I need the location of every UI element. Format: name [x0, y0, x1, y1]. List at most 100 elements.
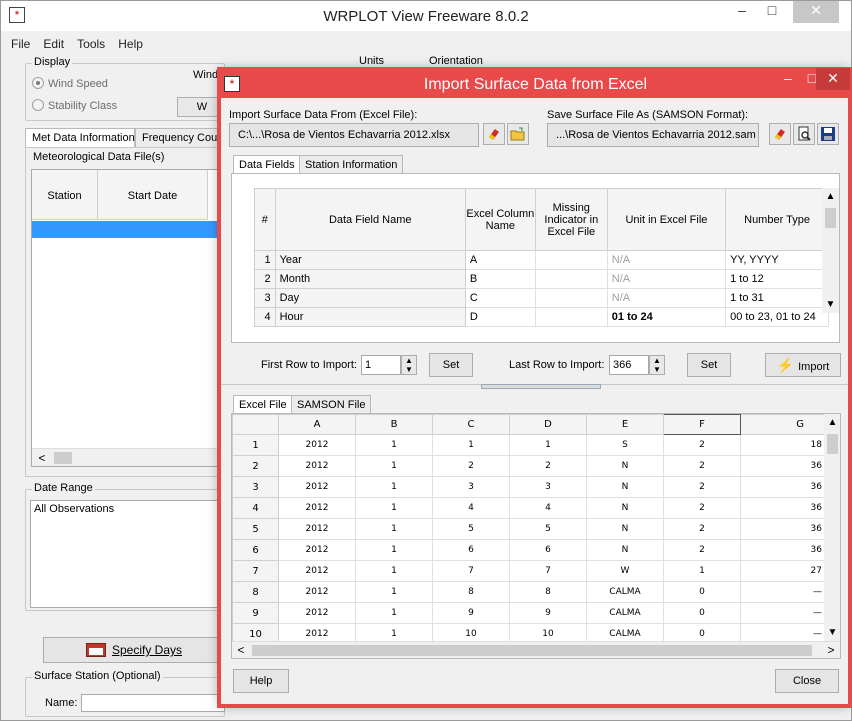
unit[interactable]: N/A [606, 269, 727, 289]
sheet-cell[interactable]: CALMA [586, 581, 664, 603]
table-row[interactable]: 4 Hour D 01 to 24 00 to 23, 01 to 24 [254, 307, 829, 327]
sheet-hscrollbar[interactable]: < > [232, 641, 840, 658]
minimize-button[interactable]: – [727, 1, 757, 23]
number-type[interactable]: 00 to 23, 01 to 24 [725, 307, 829, 327]
table-row[interactable]: 3 Day C N/A 1 to 31 [254, 288, 829, 308]
last-row-spinner[interactable]: ▲ ▼ [649, 355, 665, 375]
sheet-cell[interactable]: 9 [432, 602, 510, 624]
date-range-value[interactable]: All Observations [34, 503, 114, 515]
menu-tools[interactable]: Tools [72, 34, 110, 54]
sheet-cell[interactable]: 1 [355, 476, 433, 498]
scroll-thumb[interactable] [825, 208, 836, 228]
scroll-down-icon[interactable]: ▼ [822, 296, 839, 313]
col-number[interactable]: # [254, 188, 276, 251]
sheet-cell[interactable]: 2 [663, 497, 741, 519]
sheet-cell[interactable]: 4 [432, 497, 510, 519]
row-header[interactable]: 8 [232, 581, 279, 603]
spin-up-icon[interactable]: ▲ [402, 356, 416, 365]
sheet-cell[interactable]: 4 [509, 497, 587, 519]
met-list-hscrollbar[interactable]: < [32, 448, 226, 466]
excel-column[interactable]: C [464, 288, 536, 308]
sheet-cell[interactable]: 1 [355, 602, 433, 624]
sheet-cell[interactable]: 1 [509, 434, 587, 456]
sheet-cell[interactable]: 2012 [278, 539, 356, 561]
sheet-cell[interactable]: S [586, 434, 664, 456]
sheet-cell[interactable]: N [586, 476, 664, 498]
open-folder-icon[interactable] [507, 123, 529, 145]
sheet-cell[interactable]: 18 [740, 434, 825, 456]
radio-wind-speed[interactable]: Wind Speed [32, 76, 108, 92]
first-row-spinner[interactable]: ▲ ▼ [401, 355, 417, 375]
row-header[interactable]: 6 [232, 539, 279, 561]
sheet-col-g[interactable]: G [740, 414, 825, 435]
sheet-cell[interactable]: N [586, 539, 664, 561]
sheet-cell[interactable]: 2 [663, 539, 741, 561]
table-row[interactable]: 2 2012 1 2 2 N 2 36 [232, 455, 825, 477]
sheet-cell[interactable]: N [586, 518, 664, 540]
dialog-close-button[interactable]: ✕ [816, 68, 850, 90]
row-header[interactable]: 4 [232, 497, 279, 519]
col-excel-column-name[interactable]: Excel Column Name [464, 188, 536, 251]
met-col-start-date[interactable]: Start Date [98, 170, 208, 220]
sheet-cell[interactable]: 2 [663, 455, 741, 477]
sheet-cell[interactable]: 9 [509, 602, 587, 624]
close-dialog-button[interactable]: Close [775, 669, 839, 693]
import-path-field[interactable]: C:\...\Rosa de Vientos Echavarria 2012.x… [229, 123, 479, 147]
sheet-cell[interactable]: 7 [509, 560, 587, 582]
sheet-cell[interactable]: 36 [740, 539, 825, 561]
sheet-col-e[interactable]: E [586, 414, 664, 435]
sheet-cell[interactable]: 2012 [278, 476, 356, 498]
field-name[interactable]: Hour [274, 307, 466, 327]
tab-station-information[interactable]: Station Information [299, 155, 404, 174]
scroll-left-icon[interactable]: < [34, 450, 50, 466]
table-row[interactable]: 5 2012 1 5 5 N 2 36 [232, 518, 825, 540]
sheet-cell[interactable]: N [586, 497, 664, 519]
sheet-cell[interactable]: 1 [355, 518, 433, 540]
col-data-field-name[interactable]: Data Field Name [274, 188, 466, 251]
sheet-col-d[interactable]: D [509, 414, 587, 435]
sheet-cell[interactable]: 2012 [278, 560, 356, 582]
close-button[interactable]: ✕ [793, 1, 839, 23]
table-row[interactable]: 6 2012 1 6 6 N 2 36 [232, 539, 825, 561]
row-header[interactable]: 1 [232, 434, 279, 456]
maximize-button[interactable]: □ [757, 1, 787, 23]
sheet-cell[interactable]: 1 [355, 560, 433, 582]
sheet-cell[interactable]: 27 [740, 560, 825, 582]
spin-down-icon[interactable]: ▼ [402, 365, 416, 374]
sheet-cell[interactable]: 0 [663, 581, 741, 603]
eraser-icon[interactable] [769, 123, 791, 145]
sheet-cell[interactable]: 2 [509, 455, 587, 477]
met-col-station[interactable]: Station [32, 170, 98, 220]
sheet-cell[interactable]: 1 [355, 539, 433, 561]
sheet-cell[interactable]: 1 [355, 455, 433, 477]
met-data-file-list[interactable]: Station Start Date < [31, 169, 226, 467]
tab-met-data-information[interactable]: Met Data Information [25, 128, 135, 148]
set-last-row-button[interactable]: Set [687, 353, 731, 377]
number-type[interactable]: 1 to 31 [725, 288, 829, 308]
table-row[interactable]: 2 Month B N/A 1 to 12 [254, 269, 829, 289]
excel-column[interactable]: B [464, 269, 536, 289]
sheet-cell[interactable]: 2 [432, 455, 510, 477]
sheet-col-a[interactable]: A [278, 414, 356, 435]
sheet-cell[interactable]: 7 [432, 560, 510, 582]
sheet-cell[interactable]: 2 [663, 518, 741, 540]
scroll-right-icon[interactable]: > [824, 642, 838, 658]
col-number-type[interactable]: Number Type [725, 188, 829, 251]
sheet-cell[interactable]: 2012 [278, 434, 356, 456]
sheet-col-f[interactable]: F [663, 414, 741, 435]
last-row-input[interactable]: 366 [609, 355, 649, 375]
help-button[interactable]: Help [233, 669, 289, 693]
radio-stability-class[interactable]: Stability Class [32, 98, 117, 114]
spin-up-icon[interactable]: ▲ [650, 356, 664, 365]
sheet-cell[interactable]: 6 [509, 539, 587, 561]
field-name[interactable]: Year [274, 250, 466, 270]
save-disk-icon[interactable] [817, 123, 839, 145]
missing-indicator[interactable] [534, 269, 608, 289]
tab-data-fields[interactable]: Data Fields [233, 155, 301, 174]
sheet-cell[interactable]: 36 [740, 455, 825, 477]
sheet-cell[interactable]: 8 [432, 581, 510, 603]
scroll-down-icon[interactable]: ▼ [824, 624, 840, 641]
sheet-cell[interactable]: 3 [432, 476, 510, 498]
missing-indicator[interactable] [534, 307, 608, 327]
sheet-cell[interactable]: 36 [740, 518, 825, 540]
